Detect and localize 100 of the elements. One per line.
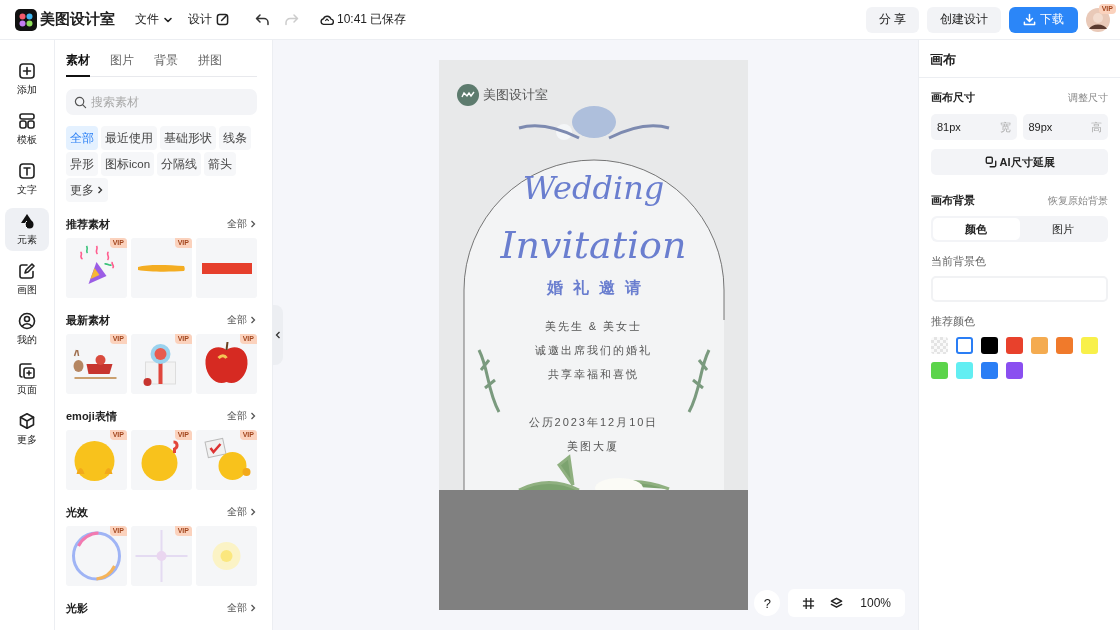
rail-item[interactable]: 更多 [5, 408, 49, 451]
chevron-icon [249, 507, 257, 517]
invitation-text: 诚邀出席我们的婚礼 [535, 343, 652, 358]
menu-button[interactable]: 设计 [188, 11, 229, 28]
panel-tab[interactable]: 拼图 [198, 52, 222, 77]
color-swatch[interactable] [931, 337, 948, 354]
resize-icon [984, 156, 997, 168]
panel-tab[interactable]: 图片 [110, 52, 134, 77]
filter-tag[interactable]: 箭头 [204, 152, 237, 176]
search-field[interactable]: 搜索素材 [66, 89, 257, 115]
download-button[interactable]: 下载 [1009, 6, 1078, 33]
section-title: emoji表情 [66, 408, 117, 424]
rail-item[interactable]: 画图 [5, 258, 49, 301]
menu-button[interactable]: 文件 [135, 11, 173, 28]
view-all-link[interactable]: 全部 [227, 601, 257, 615]
grid-icon [801, 596, 815, 610]
filter-tag[interactable]: 图标icon [101, 152, 155, 176]
rail-item[interactable]: 元素 [5, 208, 49, 251]
rail-item[interactable]: 文字 [5, 158, 49, 201]
layers-icon [829, 596, 843, 610]
section-title: 推荐素材 [66, 216, 110, 232]
cloud-icon [320, 13, 334, 26]
panel-title: 画布 [919, 40, 1120, 78]
script-title: Invitation [500, 222, 687, 269]
filter-tag[interactable]: 分隔线 [157, 152, 202, 176]
field-label: 当前背景色 [931, 254, 987, 269]
section-title: 画布尺寸 [931, 90, 975, 105]
section-title: 光效 [66, 504, 88, 520]
ai-resize-button[interactable]: AI尺寸延展 [931, 149, 1108, 175]
event-place: 美图大厦 [566, 439, 621, 454]
chevron-icon [249, 315, 257, 325]
rail-item[interactable]: 我的 [5, 308, 49, 351]
help-button[interactable]: ? [754, 590, 781, 616]
download-icon [1023, 13, 1036, 26]
collapse-handle[interactable] [273, 305, 283, 365]
filter-tag[interactable]: 全部 [66, 126, 98, 150]
filter-tag[interactable]: 线条 [219, 126, 251, 150]
view-all-link[interactable]: 全部 [227, 505, 257, 519]
color-swatch[interactable] [1006, 337, 1023, 354]
size-field[interactable]: 81px 宽 [931, 114, 1017, 140]
invitation-text: 共享幸福和喜悦 [547, 367, 640, 382]
text-link[interactable]: 调整尺寸 [1068, 90, 1108, 105]
edit-icon [216, 13, 229, 26]
filter-tag[interactable]: 基础形状 [160, 126, 216, 150]
invitation-text: 美先生 & 美女士 [543, 319, 644, 334]
filter-tag[interactable]: 最近使用 [101, 126, 157, 150]
rail-label: 模板 [17, 133, 37, 147]
script-title: Wedding [522, 168, 665, 208]
rail-label: 页面 [17, 383, 37, 397]
segment-tab[interactable]: 颜色 [933, 218, 1020, 240]
section-title: 画布背景 [931, 193, 975, 208]
material-tile[interactable] [196, 526, 257, 586]
page-icon [18, 362, 36, 380]
shapes-icon [18, 212, 36, 230]
rail-item[interactable]: 页面 [5, 358, 49, 401]
view-all-link[interactable]: 全部 [227, 409, 257, 423]
logo-icon [15, 8, 37, 31]
undo-button[interactable] [254, 11, 270, 28]
panel-tab[interactable]: 素材 [66, 52, 90, 77]
brand-icon [457, 84, 479, 106]
cube-icon [18, 412, 36, 430]
action-button[interactable]: 创建设计 [927, 6, 1001, 33]
panel-tab[interactable]: 背景 [154, 52, 178, 77]
material-tile[interactable] [196, 238, 257, 298]
add-icon [18, 62, 36, 80]
color-swatch[interactable] [1031, 337, 1048, 354]
invitation-subtitle: 婚礼邀请 [545, 278, 651, 298]
rail-label: 画图 [17, 283, 37, 297]
rail-label: 我的 [17, 333, 37, 347]
rail-item[interactable]: 模板 [5, 108, 49, 151]
view-all-link[interactable]: 全部 [227, 217, 257, 231]
color-swatch[interactable] [931, 362, 948, 379]
rail-label: 元素 [17, 233, 37, 247]
color-swatch[interactable] [1006, 362, 1023, 379]
more-tag[interactable]: 更多 [66, 178, 108, 202]
rail-item[interactable]: 添加 [5, 58, 49, 101]
text-link[interactable]: 恢复原始背景 [1048, 193, 1108, 208]
color-swatch[interactable] [1081, 337, 1098, 354]
color-swatch[interactable] [956, 337, 973, 354]
chevron-icon [249, 411, 257, 421]
segment-tab[interactable]: 图片 [1019, 218, 1106, 240]
chevron-icon [96, 185, 104, 195]
layout-icon [18, 112, 36, 130]
color-swatch[interactable] [981, 362, 998, 379]
color-swatch[interactable] [981, 337, 998, 354]
color-swatch[interactable] [1056, 337, 1073, 354]
color-swatch[interactable] [956, 362, 973, 379]
zoom-level[interactable]: 100% [850, 589, 899, 617]
app-name: 美图设计室 [40, 10, 115, 29]
view-all-link[interactable]: 全部 [227, 313, 257, 327]
pencil-icon [18, 262, 36, 280]
size-field[interactable]: 89px 高 [1022, 114, 1108, 140]
action-button[interactable]: 分 享 [865, 6, 919, 33]
save-status: 10:41 已保存 [337, 11, 407, 28]
chevron-icon [249, 603, 257, 613]
rail-label: 更多 [17, 433, 37, 447]
filter-tag[interactable]: 异形 [66, 152, 98, 176]
rail-label: 文字 [17, 183, 37, 197]
field-label: 推荐颜色 [931, 314, 976, 329]
section-title: 最新素材 [66, 312, 110, 328]
